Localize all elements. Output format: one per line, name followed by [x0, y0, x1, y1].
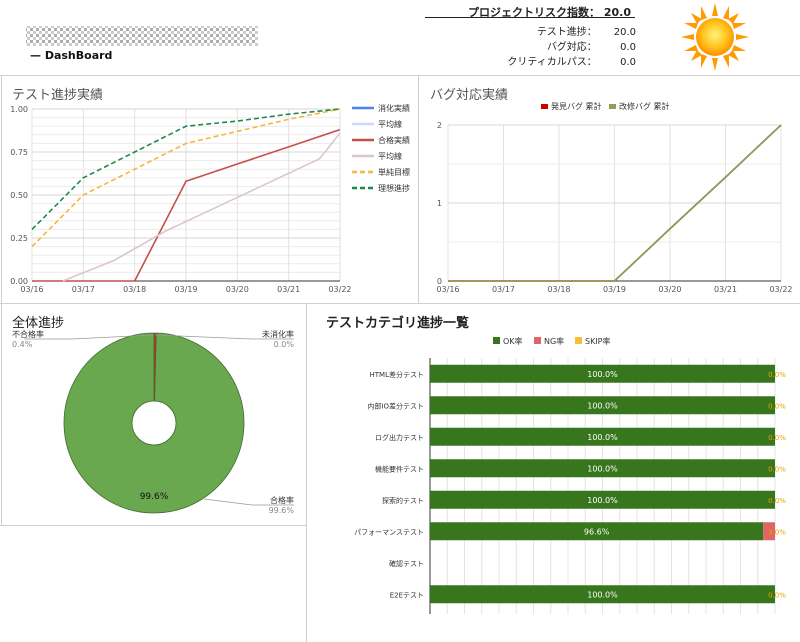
- callout-value: 99.6%: [269, 506, 295, 515]
- y-tick-label: 0.25: [10, 234, 28, 243]
- pie-panel-bottom: [0, 525, 306, 526]
- risk-index: プロジェクトリスク指数： 20.0: [468, 4, 631, 20]
- donut-hole: [131, 400, 177, 446]
- dashboard-title: — DashBoard: [30, 49, 113, 62]
- bar-end-label: 0.0%: [768, 465, 786, 473]
- risk-value: 20.0: [603, 6, 631, 19]
- x-tick-label: 03/16: [20, 285, 43, 294]
- pie-center-label: 99.6%: [140, 492, 169, 502]
- category-label: ログ出力テスト: [375, 433, 424, 442]
- y-tick-label: 2: [437, 121, 442, 130]
- overall-progress-chart: 99.6%不合格率0.4%未消化率0.0%合格率99.6%: [12, 329, 295, 515]
- x-tick-label: 03/18: [547, 285, 570, 294]
- legend-label: OK率: [503, 336, 523, 346]
- legend-label: 平均線: [378, 119, 402, 129]
- y-tick-label: 1: [437, 199, 442, 208]
- sun-icon: [680, 2, 750, 72]
- legend-label: 理想進捗: [378, 183, 410, 193]
- callout-label: 不合格率: [12, 329, 44, 339]
- metric-label: クリティカルパス：: [507, 57, 597, 68]
- category-label: 確認テスト: [389, 559, 424, 568]
- metric-bug-handling: バグ対応： 0.0: [547, 38, 636, 53]
- bug-progress-chart: 01203/16 03/17 03/18 03/19 03/20 03/21 03/22発見…: [436, 101, 792, 294]
- category-label: E2Eテスト: [390, 591, 424, 599]
- bar-value-label: 100.0%: [587, 370, 618, 379]
- bar-value-label: 100.0%: [587, 433, 618, 442]
- category-label: パフォーマンステスト: [354, 528, 424, 536]
- callout-label: 合格率: [270, 495, 294, 505]
- risk-label: プロジェクトリスク指数：: [468, 6, 600, 19]
- y-tick-label: 0.75: [10, 148, 28, 157]
- legend-swatch: [609, 104, 616, 109]
- y-tick-label: 1.00: [10, 105, 28, 114]
- middle-divider: [0, 303, 800, 304]
- metric-value: 20.0: [613, 27, 636, 38]
- metric-label: テスト進捗：: [536, 27, 597, 38]
- x-tick-label: 03/17: [492, 285, 515, 294]
- x-tick-label: 03/19: [603, 285, 626, 294]
- x-tick-label: 03/18: [123, 285, 146, 294]
- metric-test-progress: テスト進捗： 20.0: [537, 23, 636, 38]
- legend-label: 発見バグ 累計: [551, 101, 602, 111]
- bar-value-label: 96.6%: [584, 527, 610, 536]
- y-tick-label: 0.50: [10, 191, 28, 200]
- test-progress-chart: 0.000.250.500.751.0003/16 03/17 03/18 03/19…: [10, 103, 410, 294]
- x-tick-label: 03/20: [658, 285, 681, 294]
- series-line: [62, 132, 341, 282]
- metric-value: 0.0: [620, 42, 636, 53]
- metric-label: バグ対応：: [546, 42, 597, 53]
- metric-value: 0.0: [620, 57, 636, 68]
- legend-swatch: [575, 337, 582, 344]
- x-tick-label: 03/21: [714, 285, 737, 294]
- bar-end-label: 0.0%: [768, 591, 786, 599]
- x-tick-label: 03/22: [328, 285, 351, 294]
- x-tick-label: 03/22: [769, 285, 792, 294]
- x-tick-label: 03/21: [277, 285, 300, 294]
- bar-value-label: 100.0%: [587, 496, 618, 505]
- callout-value: 0.0%: [274, 340, 295, 349]
- legend-label: NG率: [544, 336, 564, 346]
- bar-end-label: 0.0%: [768, 402, 786, 410]
- legend-label: 平均線: [378, 151, 402, 161]
- legend-label: 改修バグ 累計: [619, 101, 670, 111]
- legend-swatch: [534, 337, 541, 344]
- logo-graphic: [26, 26, 258, 46]
- category-label: 機能要件テスト: [375, 464, 424, 473]
- header-divider: [0, 75, 800, 76]
- project-logo: [24, 22, 264, 52]
- bar-end-label: 0.0%: [768, 497, 786, 505]
- bar-value-label: 100.0%: [587, 590, 618, 599]
- category-label: HTML差分テスト: [370, 370, 424, 379]
- bar-value-label: 100.0%: [587, 401, 618, 410]
- legend-label: 単純目標: [378, 167, 410, 177]
- callout-value: 0.4%: [12, 340, 33, 349]
- bar-end-label: 3.0%: [768, 528, 786, 536]
- legend-swatch: [493, 337, 500, 344]
- legend-label: 合格実績: [378, 135, 410, 145]
- x-tick-label: 03/17: [72, 285, 95, 294]
- metric-critical-path: クリティカルパス： 0.0: [507, 53, 636, 68]
- legend-swatch: [541, 104, 548, 109]
- category-label: 内部IO差分テスト: [367, 401, 424, 410]
- category-label: 探索的テスト: [382, 496, 424, 505]
- category-progress-chart: OK率 NG率 SKIP率 HTML差分テスト 100.0% 0.0% 内部IO差分テスト 1…: [354, 336, 786, 614]
- x-tick-label: 03/20: [226, 285, 249, 294]
- x-tick-label: 03/16: [436, 285, 459, 294]
- callout-label: 未消化率: [262, 329, 294, 339]
- legend-label: SKIP率: [585, 336, 611, 346]
- bar-end-label: 0.0%: [768, 371, 786, 379]
- x-tick-label: 03/19: [174, 285, 197, 294]
- legend-label: 消化実績: [378, 103, 410, 113]
- bar-end-label: 0.0%: [768, 434, 786, 442]
- bar-value-label: 100.0%: [587, 464, 618, 473]
